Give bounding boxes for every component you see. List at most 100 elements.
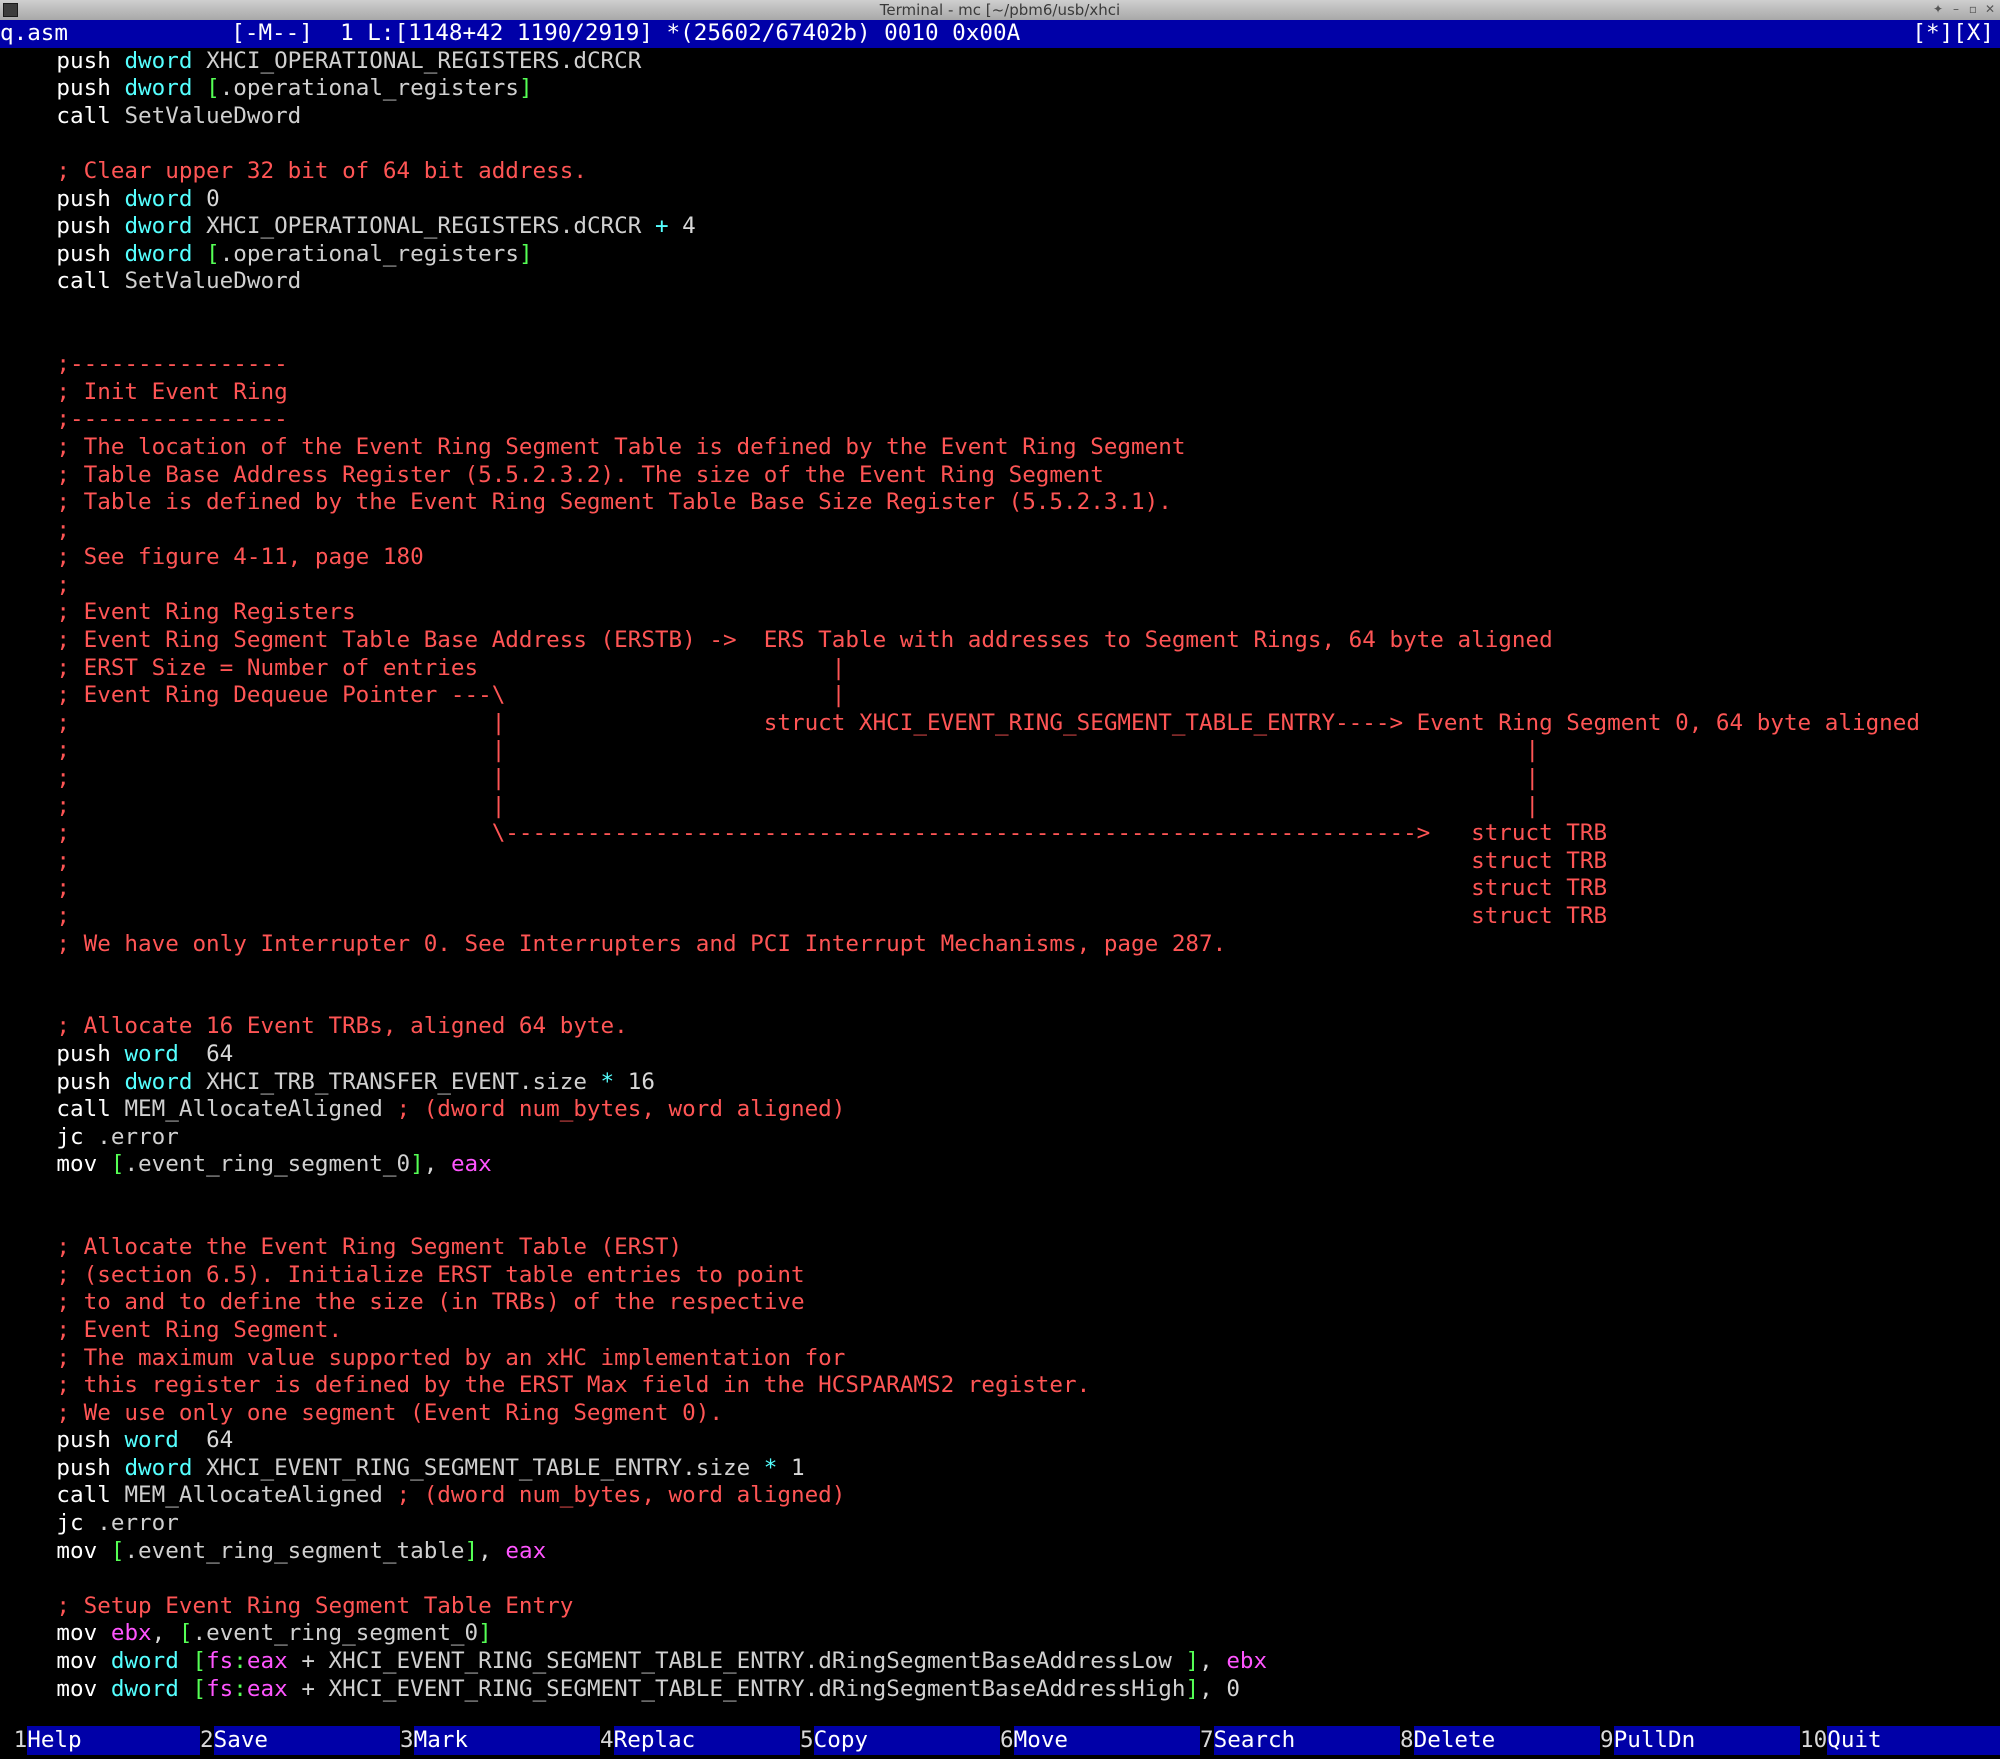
code-token: + XHCI_EVENT_RING_SEGMENT_TABLE_ENTRY.dR… [287, 1648, 1186, 1675]
code-token: : [233, 1648, 247, 1675]
code-line: push dword XHCI_TRB_TRANSFER_EVENT.size … [0, 1069, 2000, 1097]
code-token: [ [192, 1648, 207, 1675]
code-token: ; struct TRB [56, 875, 1608, 902]
code-token: : [233, 1675, 247, 1702]
code-token: jc [56, 1510, 84, 1537]
fkey-number: 5 [800, 1726, 814, 1755]
maximize-icon[interactable]: ▫ [1965, 1, 1981, 17]
code-editor[interactable]: push dword XHCI_OPERATIONAL_REGISTERS.dC… [0, 48, 2000, 1704]
fkey-delete-button[interactable]: 8Delete [1400, 1726, 1600, 1755]
code-token: dword [124, 213, 193, 240]
code-line: jc .error [0, 1124, 2000, 1152]
code-token: ] [478, 1620, 492, 1647]
function-key-bar: 1Help 2Save 3Mark 4Replac 5Copy 6Move 7Search 8… [0, 1726, 2000, 1755]
code-token: call [56, 268, 111, 295]
fkey-replac-button[interactable]: 4Replac [600, 1726, 800, 1755]
code-token: [ [192, 1675, 207, 1702]
window-buttons[interactable]: [*][X] [1912, 20, 1994, 48]
code-token: 16 [614, 1068, 655, 1095]
pin-icon[interactable]: ✦ [1930, 1, 1946, 17]
code-token: ; [56, 571, 71, 598]
fkey-search-button[interactable]: 7Search [1200, 1726, 1400, 1755]
fkey-save-button[interactable]: 2Save [200, 1726, 400, 1755]
code-token: ; Allocate the Event Ring Segment Table … [56, 1234, 683, 1261]
code-token: ebx [110, 1620, 152, 1647]
code-token: ; | struct XHCI_EVENT_RING_SEGMENT_TABLE… [56, 709, 1920, 736]
fkey-label: Delete [1413, 1726, 1600, 1755]
code-token: SetValueDword [110, 268, 302, 295]
code-token: jc [56, 1123, 84, 1150]
code-token: ] [410, 1151, 424, 1178]
code-token: push [56, 1040, 111, 1067]
fkey-number: 4 [600, 1726, 614, 1755]
fkey-quit-button[interactable]: 10Quit [1800, 1726, 2000, 1755]
minimize-icon[interactable]: – [1948, 1, 1964, 17]
fkey-label: Help [27, 1726, 201, 1755]
fkey-help-button[interactable]: 1Help [0, 1726, 201, 1755]
code-line: ; ERST Size = Number of entries | [0, 655, 2000, 683]
fkey-copy-button[interactable]: 5Copy [800, 1726, 1000, 1755]
code-token: ] [464, 1537, 479, 1564]
code-token: ; (dword num_bytes, word aligned) [396, 1096, 846, 1123]
fkey-mark-button[interactable]: 3Mark [400, 1726, 600, 1755]
code-token: ; \-------------------------------------… [56, 820, 1608, 847]
code-line: ; this register is defined by the ERST M… [0, 1372, 2000, 1400]
code-line: jc .error [0, 1510, 2000, 1538]
code-token: ; Event Ring Segment Table Base Address … [56, 627, 1553, 654]
fkey-pulldn-button[interactable]: 9PullDn [1600, 1726, 1800, 1755]
fkey-label: Copy [813, 1726, 1000, 1755]
code-line: ; | | [0, 737, 2000, 765]
code-token: + XHCI_EVENT_RING_SEGMENT_TABLE_ENTRY.dR… [287, 1675, 1186, 1702]
code-token: 1 [777, 1454, 805, 1481]
code-token: 4 [668, 213, 696, 240]
code-line: mov [.event_ring_segment_table], eax [0, 1538, 2000, 1566]
code-token: ; Allocate 16 Event TRBs, aligned 64 byt… [56, 1013, 628, 1040]
code-line: ; struct TRB [0, 875, 2000, 903]
code-line: call MEM_AllocateAligned ; (dword num_by… [0, 1096, 2000, 1124]
code-token: dword [124, 75, 193, 102]
code-token: XHCI_OPERATIONAL_REGISTERS.dCRCR [192, 213, 655, 240]
fkey-move-button[interactable]: 6Move [1000, 1726, 1200, 1755]
code-line: ; | | [0, 765, 2000, 793]
code-token: ; | | [56, 765, 1540, 792]
code-token: push [56, 1068, 111, 1095]
code-line: ;---------------- [0, 351, 2000, 379]
code-token: call [56, 1096, 111, 1123]
code-line: ; Event Ring Segment. [0, 1317, 2000, 1345]
code-token: XHCI_EVENT_RING_SEGMENT_TABLE_ENTRY.size [192, 1454, 764, 1481]
code-token: .event_ring_segment_0 [192, 1620, 479, 1647]
code-line: ; Table Base Address Register (5.5.2.3.2… [0, 462, 2000, 490]
code-token: [ [206, 240, 220, 267]
close-icon[interactable]: ✕ [1982, 1, 1998, 17]
fkey-number: 8 [1400, 1726, 1414, 1755]
code-token: ] [518, 75, 533, 102]
